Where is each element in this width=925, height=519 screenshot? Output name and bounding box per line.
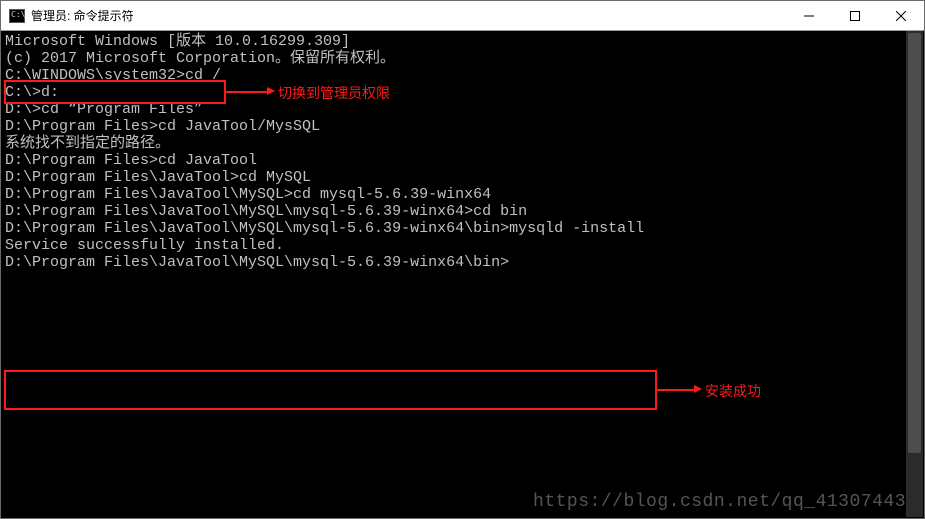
- terminal-line: C:\WINDOWS\system32>cd /: [5, 67, 920, 84]
- terminal-line: C:\>d:: [5, 84, 920, 101]
- terminal-line: D:\Program Files\JavaTool\MySQL\mysql-5.…: [5, 254, 920, 271]
- terminal-line: D:\Program Files\JavaTool\MySQL\mysql-5.…: [5, 203, 920, 220]
- cmd-icon: C:\: [9, 9, 25, 23]
- terminal-line: D:\>cd “Program Files”: [5, 101, 920, 118]
- scrollbar-vertical[interactable]: [906, 31, 923, 517]
- scrollbar-thumb[interactable]: [908, 33, 921, 453]
- terminal-line: Service successfully installed.: [5, 237, 920, 254]
- cmd-window: C:\ 管理员: 命令提示符 Microsoft Windows [版本 10.…: [0, 0, 925, 519]
- terminal-line: D:\Program Files>cd JavaTool/MysSQL: [5, 118, 920, 135]
- terminal-line: Microsoft Windows [版本 10.0.16299.309]: [5, 33, 920, 50]
- terminal-output[interactable]: Microsoft Windows [版本 10.0.16299.309](c)…: [1, 31, 924, 518]
- close-button[interactable]: [878, 1, 924, 31]
- terminal-line: (c) 2017 Microsoft Corporation。保留所有权利。: [5, 50, 920, 67]
- terminal-line: D:\Program Files>cd JavaTool: [5, 152, 920, 169]
- terminal-line: D:\Program Files\JavaTool\MySQL\mysql-5.…: [5, 220, 920, 237]
- terminal-line: D:\Program Files\JavaTool\MySQL>cd mysql…: [5, 186, 920, 203]
- minimize-button[interactable]: [786, 1, 832, 31]
- window-controls: [786, 1, 924, 31]
- window-title: 管理员: 命令提示符: [31, 7, 134, 24]
- titlebar[interactable]: C:\ 管理员: 命令提示符: [1, 1, 924, 31]
- terminal-line: D:\Program Files\JavaTool>cd MySQL: [5, 169, 920, 186]
- terminal-line: 系统找不到指定的路径。: [5, 135, 920, 152]
- maximize-button[interactable]: [832, 1, 878, 31]
